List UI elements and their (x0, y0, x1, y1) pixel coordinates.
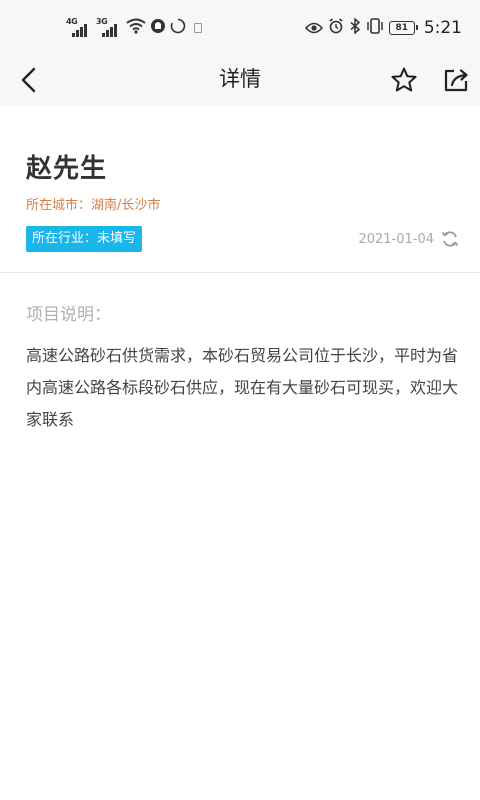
eye-icon (304, 19, 323, 38)
loading-circle-icon (170, 18, 186, 38)
description-label: 项目说明： (26, 305, 111, 325)
app-notification-icon (150, 18, 166, 38)
signal-4g-icon: 4G (66, 17, 92, 37)
favorite-button[interactable] (384, 60, 424, 100)
status-bar: 4G 3G 81 5:21 (0, 0, 480, 54)
industry-badge: 所在行业：未填写 (26, 226, 143, 252)
nav-header: 详情 (0, 54, 480, 106)
signal-3g-icon: 3G (96, 17, 122, 37)
post-date: 2021-01-04 (358, 232, 434, 247)
share-icon (444, 69, 468, 92)
battery-indicator: 81 (388, 21, 418, 35)
small-app-icon (194, 23, 202, 33)
share-button[interactable] (436, 60, 476, 100)
vibrate-icon (366, 18, 384, 38)
wifi-icon (126, 18, 146, 38)
description-text: 高速公路砂石供货需求，本砂石贸易公司位于长沙，平时为省内高速公路各标段砂石供应，… (26, 346, 459, 429)
status-right-group: 81 5:21 (304, 16, 462, 40)
contact-city: 所在城市：湖南/长沙市 (26, 198, 161, 213)
alarm-icon (328, 18, 344, 38)
contact-info-card: 赵先生 所在城市：湖南/长沙市 所在行业：未填写 2021-01-04 (0, 106, 480, 273)
star-icon (391, 67, 417, 92)
status-left-group: 4G 3G (66, 17, 202, 38)
bluetooth-icon (349, 17, 361, 38)
battery-level: 81 (395, 23, 409, 33)
contact-name: 赵先生 (26, 154, 108, 184)
refresh-icon[interactable] (440, 229, 460, 249)
status-time: 5:21 (423, 18, 462, 38)
